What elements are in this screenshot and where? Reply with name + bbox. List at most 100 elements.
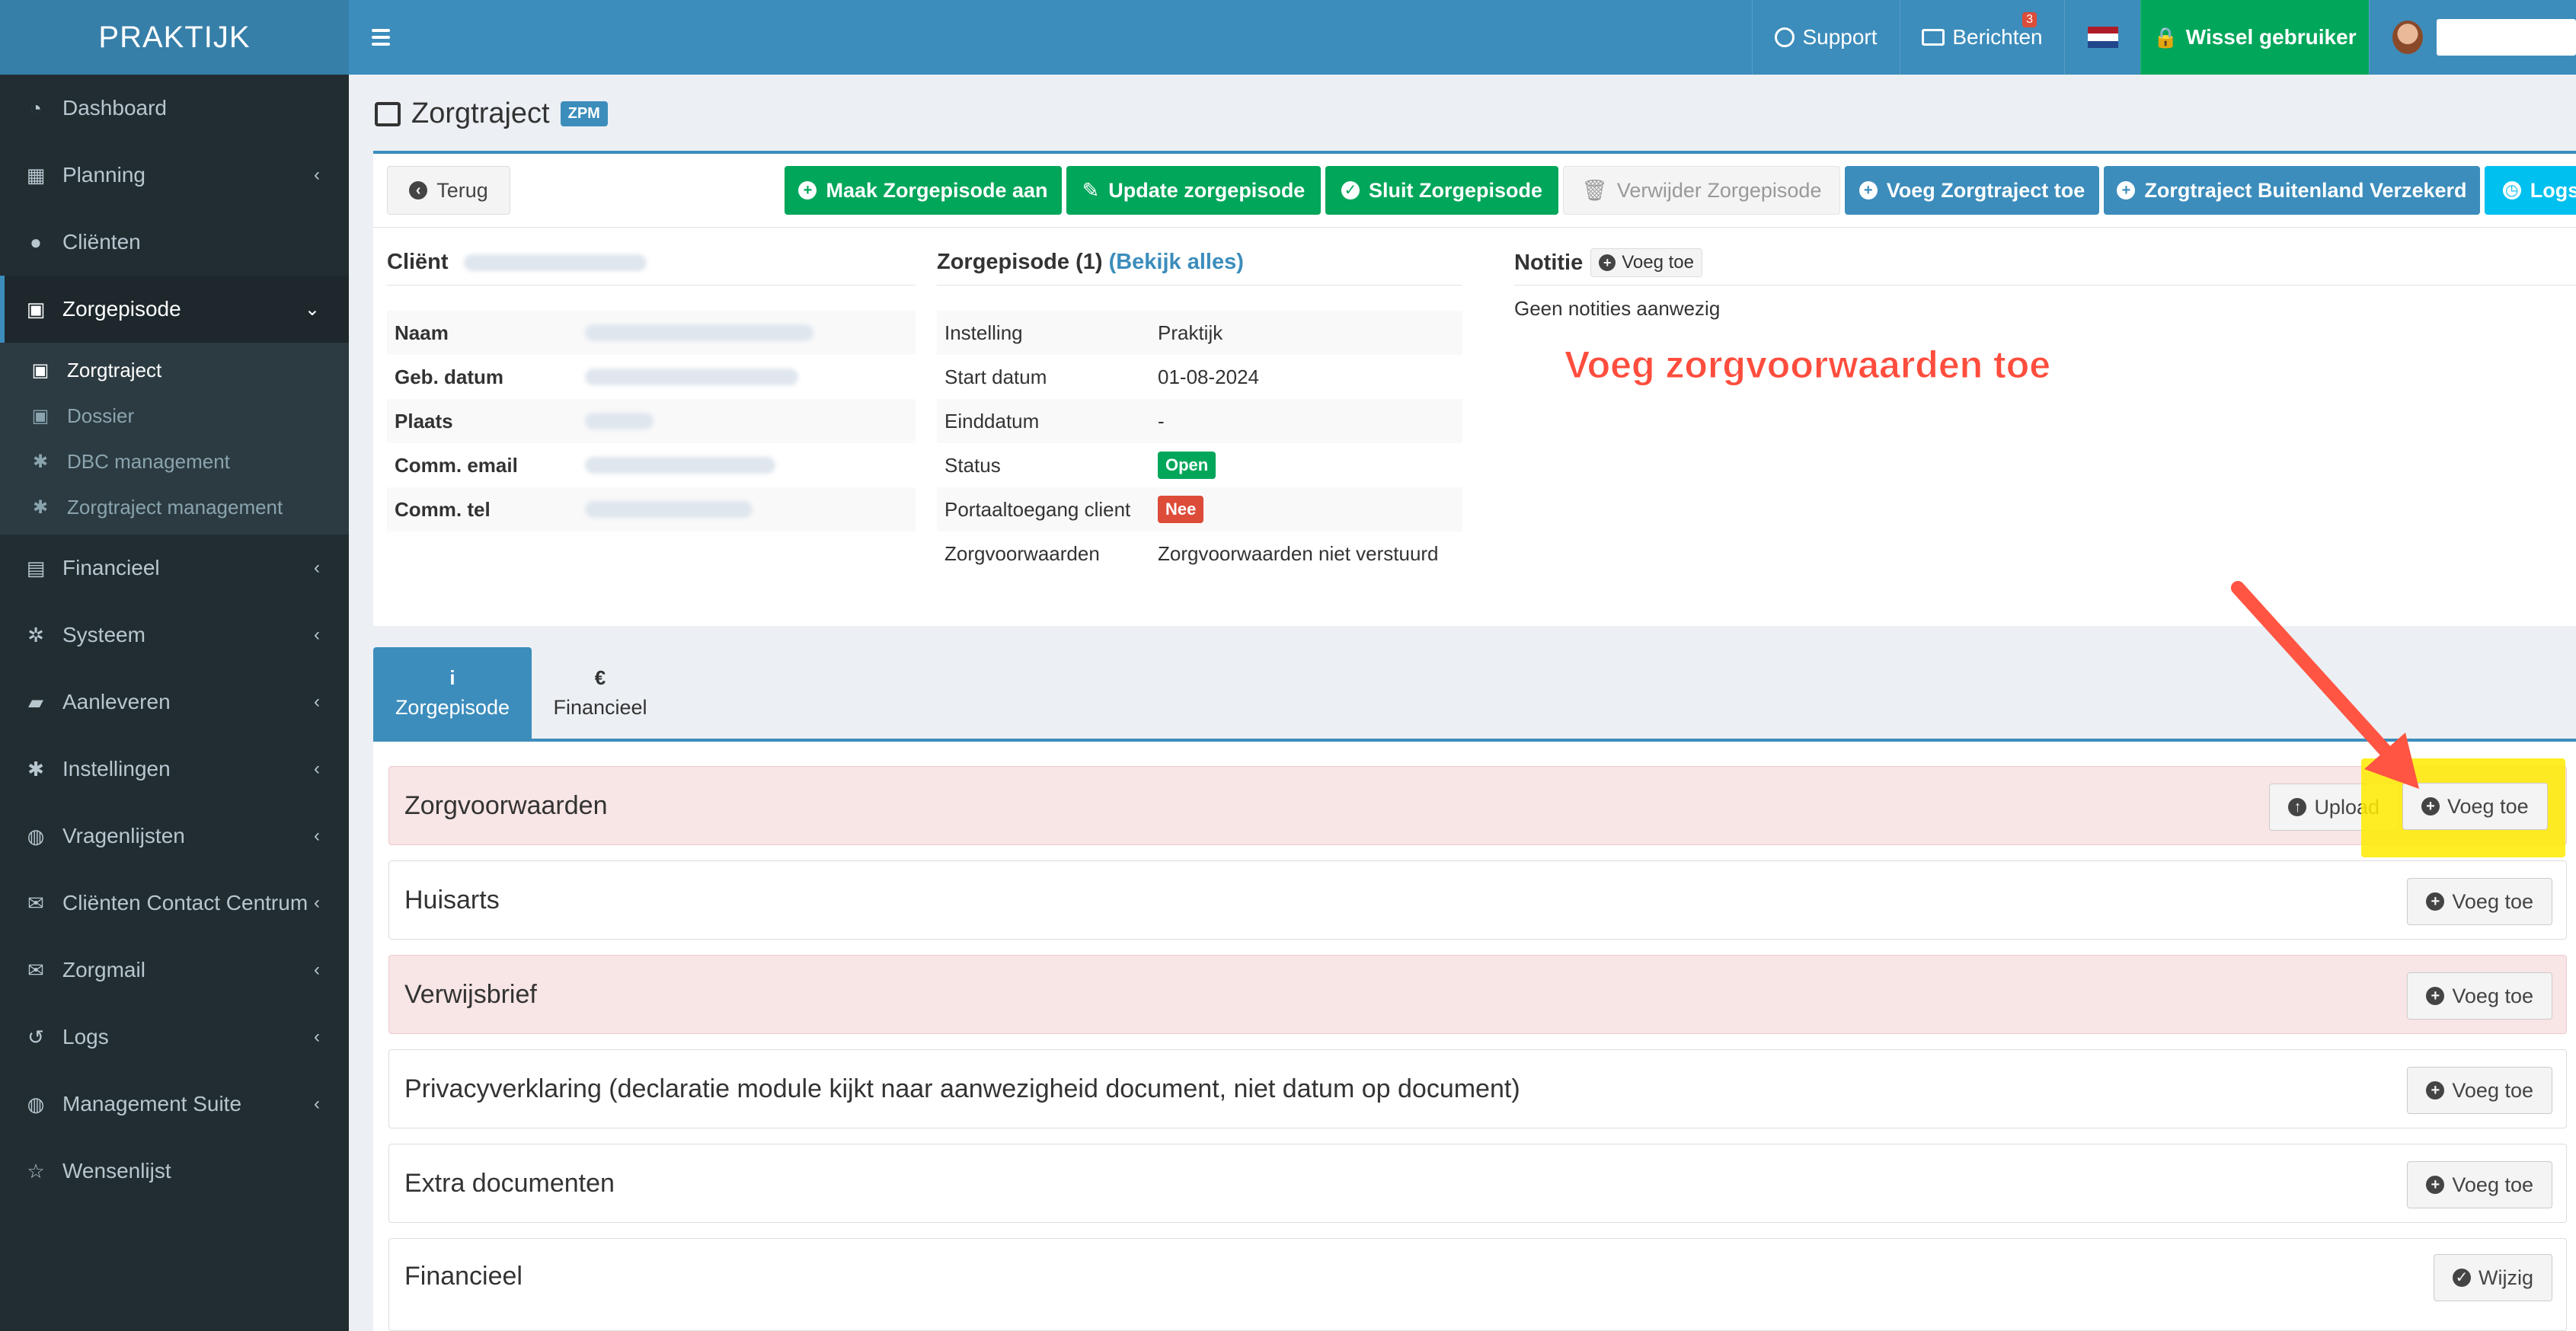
document-title: Zorgvoorwaarden [404, 790, 608, 820]
episode-row-status: Status Open [937, 443, 1462, 487]
episode-key: Status [944, 453, 1001, 477]
tab-bar: i Zorgepisode € Financieel [373, 647, 2576, 742]
sidebar-item-label: Logs [62, 1025, 109, 1049]
sidebar-item-management-suite[interactable]: ◍ Management Suite ‹ [0, 1071, 349, 1138]
add-label: Voeg toe [2452, 1078, 2533, 1102]
sidebar-toggle-icon[interactable] [366, 23, 396, 52]
close-episode-label: Sluit Zorgepisode [1368, 178, 1542, 202]
view-all-link[interactable]: (Bekijk alles) [1109, 250, 1244, 274]
messages-link[interactable]: Berichten 3 [1900, 0, 2064, 75]
sidebar-item-wensenlijst[interactable]: ☆ Wensenlijst [0, 1138, 349, 1205]
client-heading: Cliënt [387, 250, 647, 275]
sidebar-item-label: Zorgmail [62, 958, 145, 981]
delete-episode-button[interactable]: 🗑 Verwijder Zorgepisode [1563, 166, 1840, 215]
app-logo[interactable]: PRAKTIJK [0, 0, 349, 75]
document-row-privacyverklaring: Privacyverklaring (declaratie module kij… [388, 1049, 2567, 1128]
add-note-label: Voeg toe [1622, 252, 1694, 273]
sidebar-item-instellingen[interactable]: ✱ Instellingen ‹ [0, 736, 349, 803]
user-name [2437, 19, 2576, 56]
add-huisarts-button[interactable]: + Voeg toe [2407, 878, 2552, 925]
clock-icon: ◷ [2502, 181, 2521, 199]
sidebar-item-aanleveren[interactable]: ▰ Aanleveren ‹ [0, 669, 349, 736]
document-title: Financieel [404, 1262, 523, 1291]
add-label: Voeg toe [2452, 984, 2533, 1007]
edit-label: Wijzig [2479, 1266, 2533, 1289]
sidebar-item-systeem[interactable]: ✲ Systeem ‹ [0, 602, 349, 669]
sidebar-item-logs[interactable]: ↺ Logs ‹ [0, 1004, 349, 1071]
chevron-left-icon: ‹ [314, 1093, 320, 1114]
switch-user-button[interactable]: 🔒 Wissel gebruiker [2140, 0, 2369, 75]
envelope-icon [1922, 29, 1945, 46]
sidebar-item-zorgepisode[interactable]: ▣ Zorgepisode ⌄ [0, 276, 349, 343]
client-key: Geb. datum [395, 365, 504, 388]
add-zorgtraject-button[interactable]: + Voeg Zorgtraject toe [1845, 166, 2099, 215]
add-verwijsbrief-button[interactable]: + Voeg toe [2407, 972, 2552, 1020]
add-zorgvoorwaarden-button[interactable]: + Voeg toe [2402, 783, 2548, 830]
upload-icon: ↑ [2288, 798, 2307, 816]
sidebar-item-financieel[interactable]: ▤ Financieel ‹ [0, 535, 349, 602]
star-icon: ☆ [27, 1160, 45, 1183]
add-privacyverklaring-button[interactable]: + Voeg toe [2407, 1067, 2552, 1114]
tab-financieel[interactable]: € Financieel [532, 647, 669, 739]
client-key: Naam [395, 321, 449, 344]
sidebar-subitem-label: Dossier [67, 404, 135, 427]
sidebar-item-vragenlijsten[interactable]: ◍ Vragenlijsten ‹ [0, 803, 349, 870]
client-value-redacted [585, 501, 753, 518]
sidebar-item-planning[interactable]: ▦ Planning ‹ [0, 142, 349, 209]
pencil-icon: ✎ [1082, 178, 1100, 202]
dutch-flag-icon [2087, 27, 2118, 48]
sidebar-subitem-dossier[interactable]: ▣ Dossier [0, 393, 349, 439]
chevron-left-icon: ‹ [314, 164, 320, 185]
client-value-redacted [585, 413, 654, 429]
chevron-left-icon: ‹ [314, 892, 320, 913]
sidebar-item-dashboard[interactable]: ◔ Dashboard [0, 75, 349, 142]
logs-label: Logs [2530, 178, 2576, 202]
sidebar-item-clienten-contact-centrum[interactable]: ✉ Cliënten Contact Centrum ‹ [0, 870, 349, 937]
tab-zorgepisode[interactable]: i Zorgepisode [373, 647, 532, 739]
user-menu[interactable] [2369, 0, 2576, 75]
globe-icon: ◍ [27, 825, 45, 847]
sidebar-subitem-zorgtraject[interactable]: ▣ Zorgtraject [0, 347, 349, 393]
language-selector[interactable] [2064, 0, 2140, 75]
top-header: PRAKTIJK Support Berichten 3 🔒 Wissel ge… [0, 0, 2576, 75]
annotation-text: Voeg zorgvoorwaarden toe [1564, 343, 2051, 387]
sidebar-subitem-label: Zorgtraject management [67, 495, 283, 519]
document-row-huisarts: Huisarts + Voeg toe [388, 860, 2567, 940]
sidebar-item-clienten[interactable]: ● Cliënten [0, 209, 349, 276]
episode-row-einddatum: Einddatum - [937, 399, 1462, 443]
avatar [2392, 21, 2424, 54]
sidebar-item-label: Aanleveren [62, 690, 171, 713]
episode-divider [937, 285, 1462, 286]
document-row-verwijsbrief: Verwijsbrief + Voeg toe [388, 955, 2567, 1034]
tab-label: Zorgepisode [395, 696, 510, 719]
create-episode-button[interactable]: + Maak Zorgepisode aan [785, 166, 1062, 215]
edit-financieel-button[interactable]: ✓ Wijzig [2434, 1254, 2552, 1301]
document-row-extra-documenten: Extra documenten + Voeg toe [388, 1144, 2567, 1223]
sidebar-subitem-label: DBC management [67, 449, 230, 473]
sidebar-subitem-zorgtraject-management[interactable]: ✱ Zorgtraject management [0, 484, 349, 530]
zpm-badge: ZPM [560, 101, 608, 126]
cogs-icon: ✲ [27, 624, 44, 646]
history-icon: ↺ [27, 1026, 44, 1049]
zorgtraject-buitenland-button[interactable]: + Zorgtraject Buitenland Verzekerd [2104, 166, 2480, 215]
chevron-left-icon: ‹ [314, 758, 320, 779]
logs-button[interactable]: ◷ Logs [2485, 166, 2576, 215]
back-button[interactable]: ‹ Terug [387, 166, 510, 215]
episode-row-zorgvoorwaarden: Zorgvoorwaarden Zorgvoorwaarden niet ver… [937, 531, 1462, 576]
gear-icon: ✱ [32, 451, 49, 472]
episode-heading: Zorgepisode (1) (Bekijk alles) [937, 250, 1244, 275]
client-key: Plaats [395, 409, 453, 432]
support-link[interactable]: Support [1752, 0, 1900, 75]
add-note-button[interactable]: + Voeg toe [1590, 248, 1702, 277]
globe-icon: ◍ [27, 1093, 45, 1116]
add-extra-documenten-button[interactable]: + Voeg toe [2407, 1161, 2552, 1208]
check-circle-icon: ✓ [1341, 181, 1360, 199]
sidebar-item-zorgmail[interactable]: ✉ Zorgmail ‹ [0, 937, 349, 1004]
sidebar-item-label: Systeem [62, 623, 145, 646]
sidebar-subitem-dbc-management[interactable]: ✱ DBC management [0, 439, 349, 484]
update-episode-button[interactable]: ✎ Update zorgepisode [1066, 166, 1321, 215]
plus-circle-icon: + [1599, 254, 1616, 271]
episode-key: Instelling [944, 321, 1023, 344]
lock-icon: 🔒 [2153, 25, 2178, 49]
close-episode-button[interactable]: ✓ Sluit Zorgepisode [1325, 166, 1558, 215]
